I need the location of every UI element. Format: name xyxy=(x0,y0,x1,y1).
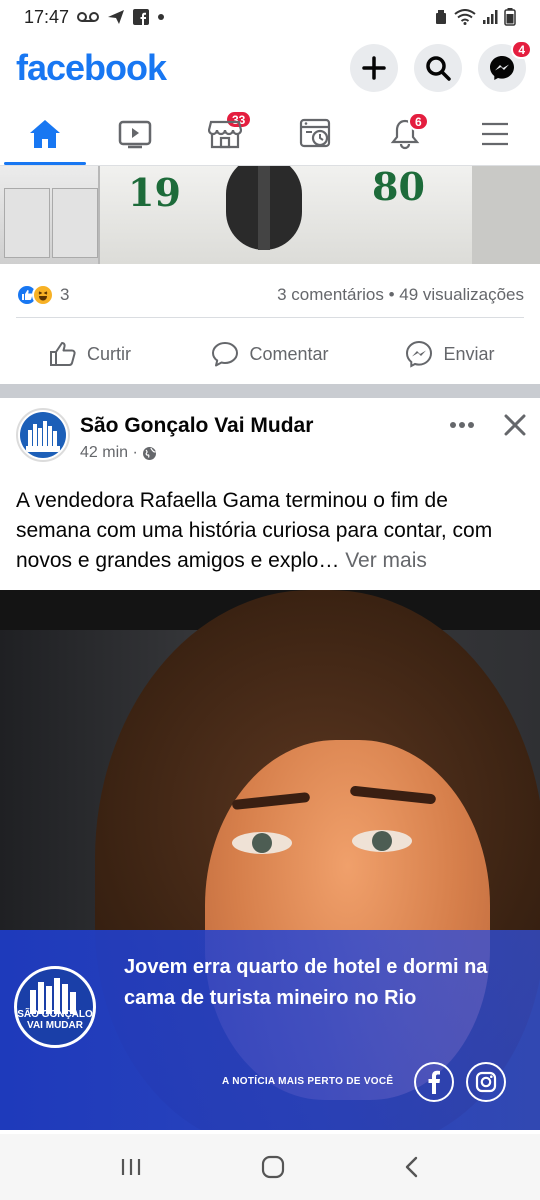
post-time-text: 42 min · xyxy=(80,444,138,461)
back-icon[interactable] xyxy=(404,1156,420,1178)
previous-post-image[interactable]: 19 80 xyxy=(0,166,540,264)
post-header: São Gonçalo Vai Mudar 42 min · xyxy=(16,408,526,472)
post-time[interactable]: 42 min · xyxy=(80,444,313,462)
left-eye xyxy=(232,832,292,854)
facebook-icon xyxy=(133,9,150,25)
status-time: 17:47 xyxy=(24,6,70,27)
post-text: A vendedora Rafaella Gama terminou o fim… xyxy=(16,486,524,576)
city-skyline-logo-icon xyxy=(30,978,76,1014)
comment-label: Comentar xyxy=(249,343,329,364)
feed-divider xyxy=(0,384,540,398)
search-icon xyxy=(426,56,451,81)
video-icon xyxy=(118,120,152,148)
image-text-left: 19 xyxy=(128,170,181,215)
notifications-badge: 6 xyxy=(408,112,429,131)
messenger-button[interactable]: 4 xyxy=(478,40,532,92)
see-more-link[interactable]: Ver mais xyxy=(345,549,427,572)
haha-reaction-icon xyxy=(32,283,54,306)
globe-icon xyxy=(142,446,156,460)
messenger-badge: 4 xyxy=(511,40,532,59)
post-image[interactable]: SÃO GONÇALO VAI MUDAR Jovem erra quarto … xyxy=(0,590,540,1130)
banner-headline: Jovem erra quarto de hotel e dormi na ca… xyxy=(124,956,488,1009)
dot-icon xyxy=(157,13,165,21)
banner-logo-text: SÃO GONÇALO VAI MUDAR xyxy=(17,1009,93,1031)
comment-button[interactable]: Comentar xyxy=(180,341,360,367)
messenger-send-icon xyxy=(406,340,433,368)
more-options-icon[interactable] xyxy=(450,421,474,429)
thumbs-up-icon xyxy=(50,342,76,366)
banner-instagram-icon xyxy=(466,1062,506,1102)
comment-icon xyxy=(212,342,239,367)
send-icon xyxy=(107,9,125,25)
search-button[interactable] xyxy=(414,44,462,92)
right-eye xyxy=(352,830,412,852)
battery-icon xyxy=(504,8,516,26)
app-header: facebook 4 xyxy=(0,34,540,102)
wifi-icon xyxy=(454,9,476,25)
cabinet xyxy=(0,166,100,264)
city-skyline-icon xyxy=(26,421,60,452)
send-label: Enviar xyxy=(443,343,495,364)
signal-icon xyxy=(482,9,498,25)
reaction-count[interactable]: 3 xyxy=(60,285,69,305)
post-stats[interactable]: 3 comentários • 49 visualizações xyxy=(277,285,524,305)
send-button[interactable]: Enviar xyxy=(360,340,540,368)
tab-watch[interactable]: 33 xyxy=(90,102,253,165)
messenger-icon xyxy=(490,56,514,80)
tab-marketplace[interactable] xyxy=(180,102,270,165)
status-bar: 17:47 xyxy=(0,0,540,34)
facebook-logo[interactable]: facebook xyxy=(16,47,167,89)
clock-icon xyxy=(299,118,331,147)
plus-icon xyxy=(362,56,386,80)
news-banner: SÃO GONÇALO VAI MUDAR Jovem erra quarto … xyxy=(0,930,540,1130)
home-icon xyxy=(30,119,60,148)
banner-tagline: A NOTÍCIA MAIS PERTO DE VOCÊ xyxy=(222,1076,394,1087)
tab-menu[interactable] xyxy=(450,102,540,165)
reaction-icons[interactable] xyxy=(16,283,54,306)
close-icon[interactable] xyxy=(504,414,526,436)
image-text-right: 80 xyxy=(372,166,425,209)
tab-notifications[interactable]: 6 xyxy=(360,102,450,165)
voicemail-icon xyxy=(77,10,100,24)
android-nav-bar xyxy=(0,1134,540,1200)
banner-logo: SÃO GONÇALO VAI MUDAR xyxy=(14,966,96,1048)
page-avatar[interactable] xyxy=(16,408,70,462)
banner-facebook-icon xyxy=(414,1062,454,1102)
store-icon xyxy=(208,120,242,148)
home-nav-icon[interactable] xyxy=(261,1155,285,1179)
tab-bar: 33 6 xyxy=(0,102,540,166)
recent-apps-icon[interactable] xyxy=(120,1157,142,1177)
reactions-row: 3 3 comentários • 49 visualizações xyxy=(16,272,524,318)
page-name[interactable]: São Gonçalo Vai Mudar xyxy=(80,414,313,438)
tab-home[interactable] xyxy=(0,102,90,165)
tab-memories[interactable] xyxy=(270,102,360,165)
like-button[interactable]: Curtir xyxy=(0,341,180,367)
menu-icon xyxy=(482,122,508,145)
recycle-icon xyxy=(434,9,448,25)
wall xyxy=(472,166,540,264)
like-label: Curtir xyxy=(87,343,131,364)
create-button[interactable] xyxy=(350,44,398,92)
post-actions: Curtir Comentar Enviar xyxy=(0,326,540,382)
